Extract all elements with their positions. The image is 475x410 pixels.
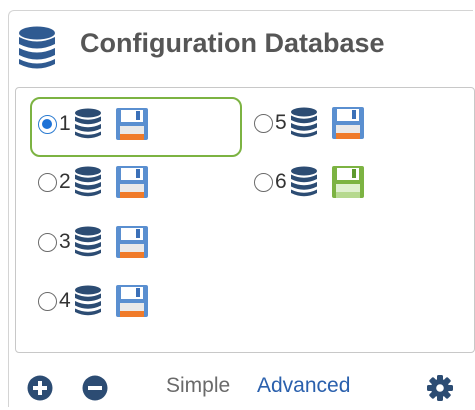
database-icon[interactable] <box>289 107 319 139</box>
slot-1[interactable]: 1 <box>38 104 149 144</box>
slot-3[interactable]: 3 <box>38 222 149 262</box>
slot-number-1: 1 <box>59 112 71 135</box>
slot-5[interactable]: 5 <box>254 103 365 143</box>
floppy-disk-icon[interactable] <box>115 165 149 199</box>
floppy-disk-icon[interactable] <box>115 225 149 259</box>
slot-radio-6[interactable] <box>254 172 273 192</box>
gear-icon[interactable] <box>426 374 454 402</box>
slot-number-3: 3 <box>59 230 71 253</box>
floppy-disk-icon[interactable] <box>115 284 149 318</box>
slot-radio-4[interactable] <box>38 291 57 311</box>
plus-circle-icon[interactable] <box>27 375 53 401</box>
slot-radio-3[interactable] <box>38 232 57 252</box>
minus-circle-icon[interactable] <box>82 375 108 401</box>
database-icon <box>19 26 55 69</box>
database-icon[interactable] <box>289 166 319 198</box>
floppy-disk-icon[interactable] <box>115 107 149 141</box>
floppy-disk-green-icon[interactable] <box>331 165 365 199</box>
floppy-disk-icon[interactable] <box>331 106 365 140</box>
slot-radio-5[interactable] <box>254 113 273 133</box>
database-icon[interactable] <box>73 108 103 140</box>
database-icon[interactable] <box>73 226 103 258</box>
slot-number-5: 5 <box>275 111 287 134</box>
slot-number-6: 6 <box>275 170 287 193</box>
database-icon[interactable] <box>73 166 103 198</box>
simple-mode-link[interactable]: Simple <box>166 374 230 398</box>
slot-6[interactable]: 6 <box>254 162 365 202</box>
page-title: Configuration Database <box>80 28 385 58</box>
slot-2[interactable]: 2 <box>38 162 149 202</box>
slot-number-2: 2 <box>59 170 71 193</box>
database-icon[interactable] <box>73 285 103 317</box>
slot-radio-2[interactable] <box>38 172 57 192</box>
slot-4[interactable]: 4 <box>38 281 149 321</box>
advanced-mode-link[interactable]: Advanced <box>257 374 350 398</box>
slot-number-4: 4 <box>59 289 71 312</box>
slot-radio-1[interactable] <box>38 114 57 134</box>
